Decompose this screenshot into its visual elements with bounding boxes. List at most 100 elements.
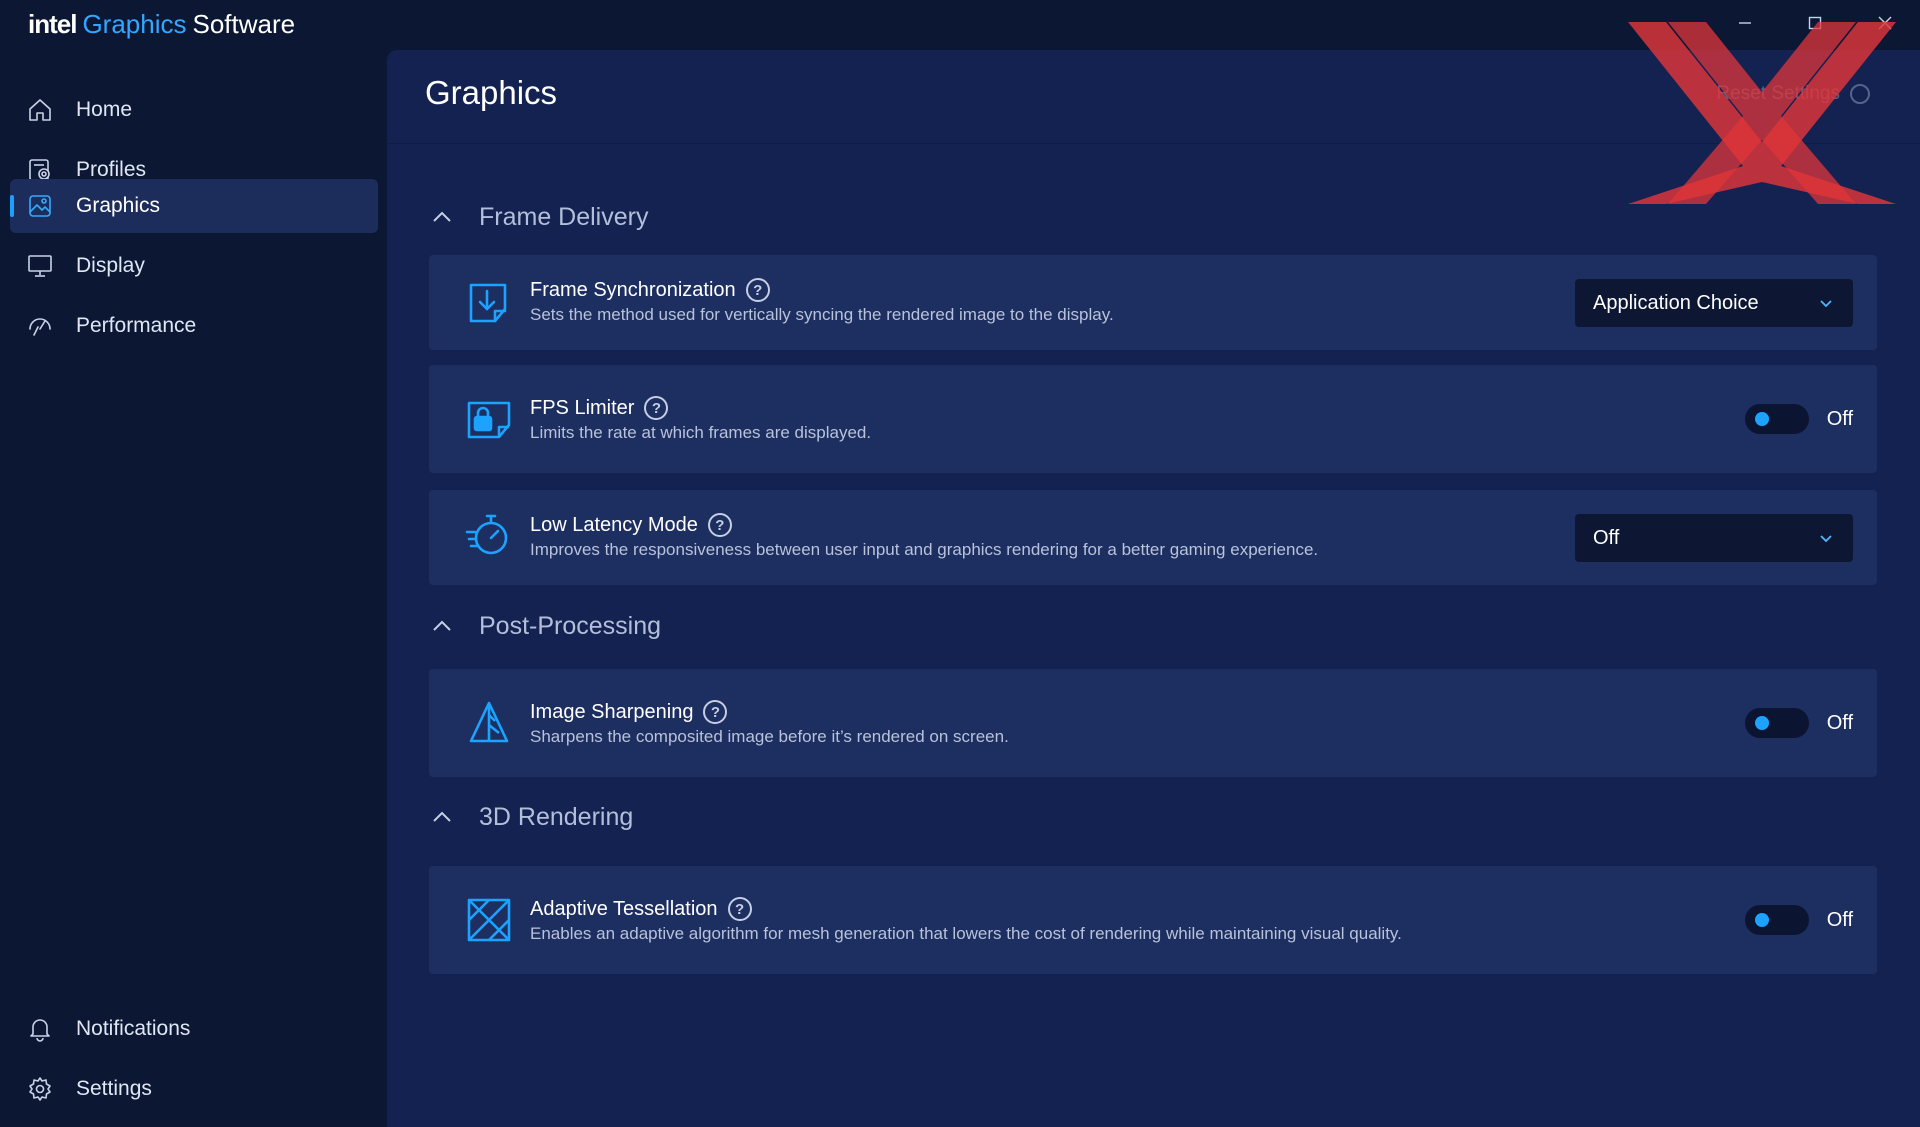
sidebar-item-home[interactable]: Home [10, 83, 378, 137]
setting-text: Image Sharpening ? Sharpens the composit… [530, 699, 1009, 747]
help-icon[interactable]: ? [703, 700, 728, 724]
setting-description: Sharpens the composited image before it’… [530, 727, 1009, 746]
page-title: Graphics [425, 74, 558, 111]
section-title: 3D Rendering [479, 802, 634, 831]
fps-limiter-toggle-wrap: Off [1744, 403, 1853, 435]
setting-title: Low Latency Mode [530, 513, 698, 536]
maximize-icon [1808, 16, 1822, 30]
tessellation-icon [465, 896, 513, 944]
setting-description: Improves the responsiveness between user… [530, 540, 1319, 559]
sidebar-item-notifications[interactable]: Notifications [10, 1002, 378, 1056]
help-icon[interactable]: ? [644, 396, 669, 420]
close-button[interactable] [1850, 0, 1920, 46]
app-window: intel Graphics Software Home Profiles Gr… [0, 0, 1920, 1127]
section-frame-delivery[interactable]: Frame Delivery [427, 197, 648, 237]
sidebar-item-label: Settings [76, 1077, 152, 1100]
graphics-icon [26, 192, 54, 220]
setting-title-row: Frame Synchronization ? [530, 277, 1114, 303]
sidebar-item-settings[interactable]: Settings [10, 1062, 378, 1116]
toggle-knob [1754, 913, 1769, 927]
chevron-up-icon [427, 802, 457, 832]
sidebar-item-graphics[interactable]: Graphics [10, 179, 378, 233]
image-sharpening-toggle-wrap: Off [1744, 707, 1853, 739]
main-panel: Graphics Reset Settings Frame Delivery F… [387, 50, 1920, 1127]
title-bar: intel Graphics Software [0, 0, 1920, 50]
help-icon[interactable]: ? [727, 897, 752, 921]
setting-text: Frame Synchronization ? Sets the method … [530, 277, 1114, 325]
section-3d-rendering[interactable]: 3D Rendering [427, 797, 633, 837]
setting-text: FPS Limiter ? Limits the rate at which f… [530, 395, 871, 443]
setting-text: Adaptive Tessellation ? Enables an adapt… [530, 896, 1402, 944]
bell-icon [26, 1015, 54, 1043]
setting-card-frame-synchronization: Frame Synchronization ? Sets the method … [429, 255, 1877, 350]
fps-limiter-toggle[interactable] [1744, 404, 1809, 434]
setting-title: Adaptive Tessellation [530, 897, 718, 920]
setting-card-fps-limiter: FPS Limiter ? Limits the rate at which f… [429, 365, 1877, 473]
help-icon[interactable]: ? [745, 278, 770, 302]
chevron-down-icon [1820, 535, 1832, 543]
section-post-processing[interactable]: Post-Processing [427, 606, 661, 646]
sidebar-item-label: Graphics [76, 194, 161, 217]
brand-graphics-text: Graphics [82, 9, 187, 39]
home-icon [26, 96, 54, 124]
sidebar-item-performance[interactable]: Performance [10, 299, 378, 353]
setting-card-image-sharpening: Image Sharpening ? Sharpens the composit… [429, 669, 1877, 777]
window-controls [1710, 0, 1920, 46]
setting-title: Frame Synchronization [530, 278, 736, 301]
sharpening-icon [465, 699, 513, 747]
setting-title-row: Adaptive Tessellation ? [530, 896, 1402, 922]
setting-text: Low Latency Mode ? Improves the responsi… [530, 512, 1318, 560]
toggle-state-label: Off [1826, 711, 1853, 734]
setting-description: Sets the method used for vertically sync… [530, 305, 1114, 324]
monitor-icon [26, 252, 54, 280]
setting-description: Enables an adaptive algorithm for mesh g… [530, 924, 1402, 943]
sidebar-item-label: Notifications [76, 1017, 191, 1040]
sidebar-item-label: Performance [76, 314, 197, 337]
toggle-state-label: Off [1826, 407, 1853, 430]
intel-logo-text: intel [28, 9, 77, 39]
setting-title-row: FPS Limiter ? [530, 395, 871, 421]
toggle-state-label: Off [1826, 908, 1853, 931]
sidebar: Home Profiles Graphics Display Performan… [0, 50, 386, 1127]
app-brand: intel Graphics Software [28, 9, 295, 39]
fps-lock-icon [465, 395, 513, 443]
dropdown-value: Application Choice [1593, 291, 1759, 314]
dropdown-value: Off [1593, 526, 1620, 549]
setting-card-adaptive-tessellation: Adaptive Tessellation ? Enables an adapt… [429, 866, 1877, 974]
sidebar-item-label: Home [76, 98, 133, 121]
low-latency-mode-dropdown[interactable]: Off [1575, 514, 1853, 562]
minimize-icon [1739, 22, 1751, 24]
sidebar-item-display[interactable]: Display [10, 239, 378, 293]
setting-title: Image Sharpening [530, 700, 694, 723]
setting-title-row: Image Sharpening ? [530, 699, 1009, 725]
chevron-down-icon [1820, 300, 1832, 308]
setting-description: Limits the rate at which frames are disp… [530, 423, 872, 442]
stopwatch-icon [465, 512, 513, 560]
sidebar-item-label: Display [76, 254, 145, 277]
image-sharpening-toggle[interactable] [1744, 708, 1809, 738]
maximize-button[interactable] [1780, 0, 1850, 46]
frame-synchronization-dropdown[interactable]: Application Choice [1575, 279, 1853, 327]
adaptive-tessellation-toggle[interactable] [1744, 905, 1809, 935]
setting-card-low-latency-mode: Low Latency Mode ? Improves the responsi… [429, 490, 1877, 585]
gear-icon [26, 1075, 54, 1103]
minimize-button[interactable] [1710, 0, 1780, 46]
help-icon[interactable]: ? [707, 513, 732, 537]
main-header: Graphics Reset Settings [387, 50, 1920, 144]
reset-settings-label: Reset Settings [1716, 83, 1840, 104]
setting-title-row: Low Latency Mode ? [530, 512, 1318, 538]
chevron-up-icon [427, 202, 457, 232]
brand-software-text: Software [192, 9, 296, 39]
setting-title: FPS Limiter [530, 396, 635, 419]
toggle-knob [1754, 412, 1769, 426]
close-icon [1878, 16, 1892, 30]
chevron-up-icon [427, 611, 457, 641]
frame-sync-icon [465, 279, 513, 327]
adaptive-tessellation-toggle-wrap: Off [1744, 904, 1853, 936]
section-title: Frame Delivery [479, 202, 649, 231]
reset-settings-button[interactable]: Reset Settings [1716, 83, 1870, 105]
reset-icon [1850, 84, 1870, 104]
toggle-knob [1754, 716, 1769, 730]
performance-icon [26, 312, 54, 340]
section-title: Post-Processing [479, 611, 662, 640]
